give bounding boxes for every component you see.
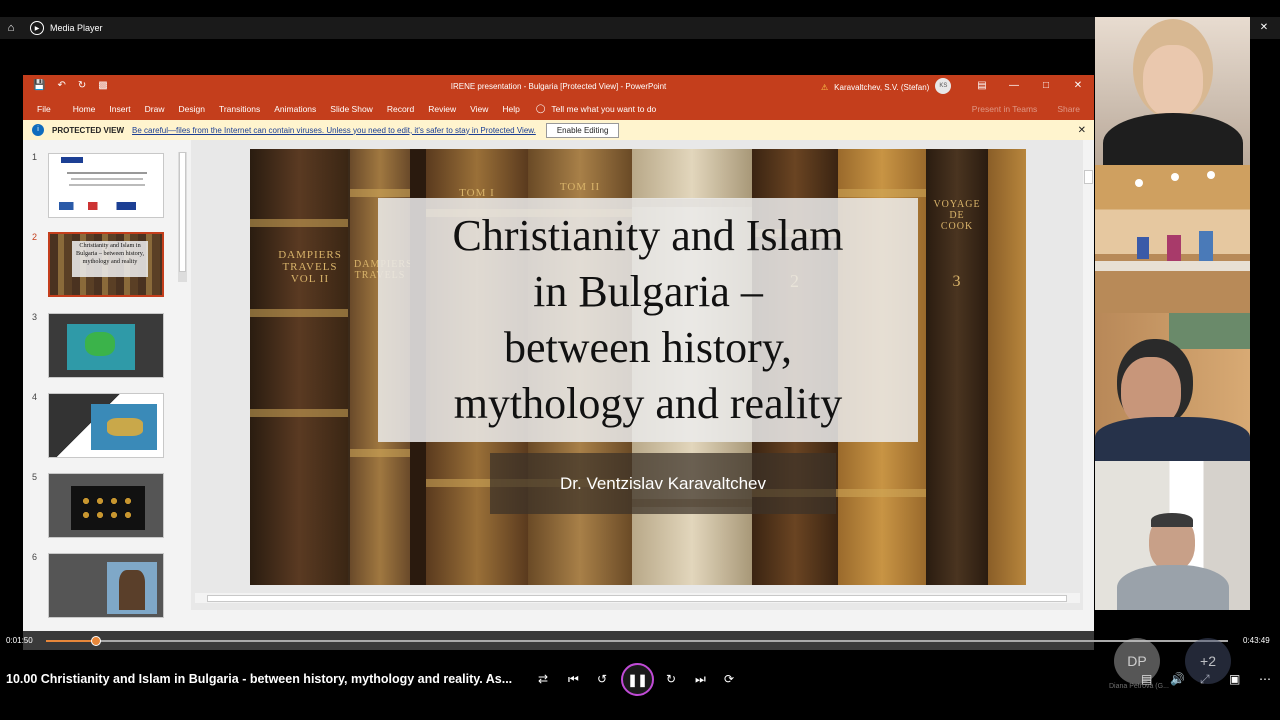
book-spine: DAMPIERS TRAVELS VOL II	[278, 249, 342, 285]
slide-number: 1	[32, 152, 38, 162]
protected-view-message[interactable]: Be careful—files from the Internet can c…	[132, 126, 536, 135]
tab-insert[interactable]: Insert	[109, 104, 130, 114]
tab-animations[interactable]: Animations	[274, 104, 316, 114]
slide-title-box[interactable]: Christianity and Islam in Bulgaria – bet…	[378, 198, 918, 442]
protected-view-label: PROTECTED VIEW	[52, 125, 125, 135]
close-bar-icon[interactable]: ✕	[1078, 125, 1086, 136]
tab-file[interactable]: File	[37, 104, 51, 114]
shuffle-icon[interactable]: ⇄	[538, 672, 548, 686]
total-duration: 0:43:49	[1243, 636, 1270, 645]
user-name[interactable]: Karavaltchev, S.V. (Stefan)	[834, 83, 929, 92]
slide-thumbnail-4[interactable]	[48, 393, 164, 458]
slide-number: 6	[32, 552, 38, 562]
ppt-maximize-icon[interactable]: □	[1030, 75, 1062, 97]
ribbon-right-actions: Present in Teams Share	[972, 104, 1080, 114]
tell-me-label: Tell me what you want to do	[551, 103, 657, 114]
slide-thumbnails-pane: 1 2 Christianity and Islam in Bulgaria –…	[23, 140, 191, 631]
shield-icon: i	[32, 124, 44, 136]
participant-video-3	[1095, 313, 1250, 461]
repeat-off-icon[interactable]: ⟳	[724, 672, 734, 686]
lightbulb-icon: ◯	[535, 103, 546, 113]
participant-video-4	[1095, 461, 1250, 610]
media-player-app-icon: ▶	[30, 21, 44, 35]
more-participants-badge: +2	[1185, 638, 1231, 684]
tab-design[interactable]: Design	[179, 104, 205, 114]
share-button[interactable]: Share	[1057, 104, 1080, 114]
media-title: 10.00 Christianity and Islam in Bulgaria…	[6, 672, 513, 686]
thumb-title: Christianity and Islam in Bulgaria – bet…	[72, 241, 148, 277]
slide-horizontal-scrollbar[interactable]	[195, 593, 1080, 603]
tab-draw[interactable]: Draw	[145, 104, 165, 114]
media-controls: 10.00 Christianity and Islam in Bulgaria…	[0, 660, 1280, 700]
slide-number: 5	[32, 472, 38, 482]
seek-track[interactable]	[46, 636, 1228, 646]
tab-home[interactable]: Home	[73, 104, 96, 114]
ribbon-display-icon[interactable]: ▤	[966, 75, 998, 97]
volume-icon[interactable]: 🔊	[1170, 672, 1185, 686]
slide-number: 3	[32, 312, 38, 322]
account-info: ⚠ Karavaltchev, S.V. (Stefan) KS	[821, 78, 952, 94]
pause-button[interactable]: ❚❚	[621, 663, 654, 696]
slide-thumbnail-1[interactable]	[48, 153, 164, 218]
tab-transitions[interactable]: Transitions	[219, 104, 260, 114]
slide-number: 4	[32, 392, 38, 402]
close-icon[interactable]: ✕	[1248, 17, 1280, 39]
slide-canvas[interactable]: DAMPIERS TRAVELS VOL II DAMPIERS TRAVELS…	[250, 149, 1026, 585]
app-name: Media Player	[50, 23, 103, 33]
tell-me-box[interactable]: ◯ Tell me what you want to do	[536, 103, 656, 114]
ppt-close-icon[interactable]: ✕	[1062, 75, 1094, 97]
ppt-minimize-icon[interactable]: —	[998, 75, 1030, 97]
present-in-teams-button[interactable]: Present in Teams	[972, 104, 1038, 114]
elapsed-time: 0:01:50	[6, 636, 33, 645]
slide-author: Dr. Ventzislav Karavaltchev	[560, 473, 766, 493]
tab-help[interactable]: Help	[502, 104, 519, 114]
book-spine: VOYAGE DE COOK	[933, 199, 981, 232]
slide-thumbnail-2[interactable]: Christianity and Islam in Bulgaria – bet…	[48, 232, 164, 297]
erasmus-logo	[61, 157, 83, 163]
participant-avatar: DP	[1114, 638, 1160, 684]
protected-view-bar: i PROTECTED VIEW Be careful—files from t…	[23, 120, 1094, 140]
mini-player-icon[interactable]: ▣	[1229, 672, 1240, 686]
seek-bar: 0:01:50 0:43:49	[0, 631, 1280, 651]
more-options-icon[interactable]: ⋯	[1259, 672, 1271, 686]
warning-icon: ⚠	[821, 83, 829, 92]
ppt-window-controls: ▤ — □ ✕	[966, 75, 1094, 97]
seek-thumb[interactable]	[90, 636, 101, 646]
tab-view[interactable]: View	[470, 104, 488, 114]
participant-video-1	[1095, 17, 1250, 165]
media-player-titlebar: ⌂ ▶ Media Player — □ ✕	[0, 17, 1280, 39]
slide-thumbnail-3[interactable]	[48, 313, 164, 378]
user-avatar[interactable]: KS	[935, 78, 952, 94]
home-icon[interactable]: ⌂	[0, 22, 22, 34]
slide-thumbnail-5[interactable]	[48, 473, 164, 538]
slide-title: Christianity and Islam in Bulgaria – bet…	[452, 211, 844, 428]
skip-forward-icon[interactable]: ↻	[666, 672, 676, 686]
participant-video-2	[1095, 165, 1250, 313]
slide-thumbnail-6[interactable]	[48, 553, 164, 618]
next-icon[interactable]: ⏭	[695, 672, 706, 687]
powerpoint-window: 💾 ↶ ↻ ▩ IRENE presentation - Bulgaria [P…	[23, 75, 1094, 631]
previous-icon[interactable]: ⏮	[568, 672, 579, 687]
tab-slide-show[interactable]: Slide Show	[330, 104, 373, 114]
slide-subtitle-box[interactable]: Dr. Ventzislav Karavaltchev	[490, 453, 836, 514]
slide-vertical-scrollbar[interactable]	[1083, 140, 1094, 610]
book-spine: 3	[952, 273, 962, 290]
slide-number: 2	[32, 232, 38, 242]
tab-record[interactable]: Record	[387, 104, 414, 114]
thumbnails-scrollbar[interactable]	[178, 152, 187, 282]
ppt-titlebar: 💾 ↶ ↻ ▩ IRENE presentation - Bulgaria [P…	[23, 75, 1094, 97]
ribbon-tabs: File Home Insert Draw Design Transitions…	[23, 97, 1094, 120]
tab-review[interactable]: Review	[428, 104, 456, 114]
pause-icon: ❚❚	[627, 672, 648, 687]
enable-editing-button[interactable]: Enable Editing	[545, 122, 620, 138]
skip-back-icon[interactable]: ↺	[597, 672, 607, 686]
book-spine: TOM II	[559, 181, 601, 193]
seek-progress	[46, 640, 96, 642]
participant-name: Diana Petrova (G...	[1109, 683, 1169, 690]
